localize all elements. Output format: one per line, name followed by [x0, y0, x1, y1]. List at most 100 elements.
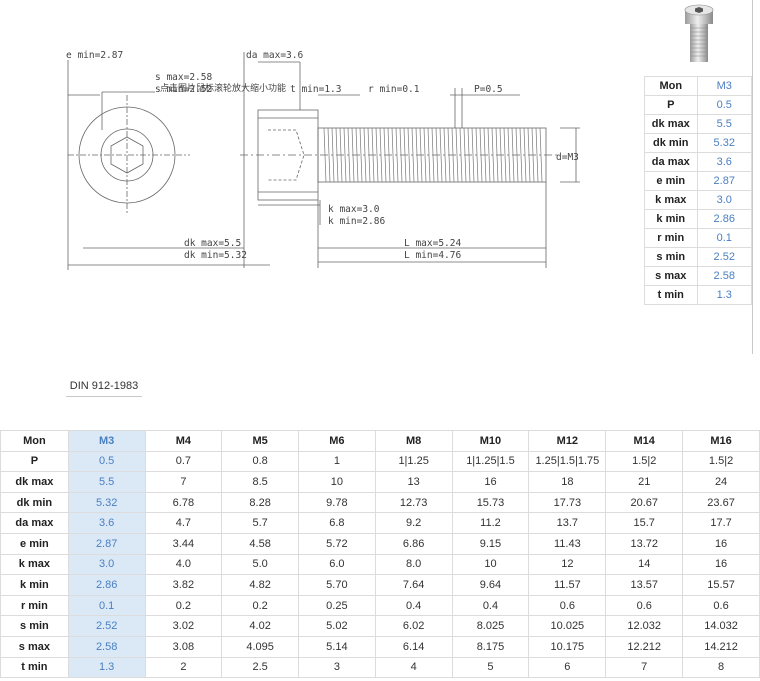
- spec-table-cell: 0.4: [374, 594, 453, 617]
- spec-table-row-label: k min: [0, 574, 69, 596]
- spec-table-cell: 20.67: [605, 491, 684, 514]
- spec-table-cell: 4.095: [221, 635, 300, 658]
- spec-table-cell: 15.7: [605, 512, 684, 534]
- spec-table-cell: 13.7: [528, 512, 607, 534]
- spec-table-cell: 5.14: [298, 635, 376, 658]
- spec-table-row: k max 3.0 4.0 5.0 6.0 8.0 10 12 14 16: [0, 553, 760, 576]
- spec-table-cell: 1: [298, 450, 376, 473]
- side-table-row: e min 2.87: [644, 171, 753, 191]
- spec-table-cell: 5.0: [221, 553, 300, 576]
- spec-table-cell: 2.86: [67, 574, 146, 596]
- standard-label: DIN 912-1983: [66, 376, 142, 397]
- side-table-row: k max 3.0: [644, 190, 753, 210]
- dim-thread: d=M3: [556, 152, 579, 163]
- spec-table-cell: 10: [298, 471, 376, 493]
- spec-table-cell: 3.08: [144, 635, 223, 658]
- spec-table-cell: 0.7: [144, 450, 223, 473]
- spec-table-row-label: Mon: [0, 430, 69, 452]
- spec-table-cell: 5.72: [298, 532, 376, 555]
- dim-dk-min: dk min=5.32: [184, 250, 247, 261]
- spec-table-cell: 10.175: [528, 635, 607, 658]
- spec-table: Mon M3 M4 M5 M6 M8 M10 M12 M14 M16 P 0.5 0.7 0.8 1 1|1.…: [0, 430, 760, 679]
- spec-table-cell: 4: [374, 656, 453, 679]
- spec-table-cell: 9.15: [451, 532, 530, 555]
- side-table-value: 0.5: [696, 95, 753, 115]
- side-table-key: r min: [644, 228, 698, 248]
- dim-L-max: L max=5.24: [404, 238, 461, 249]
- spec-table-cell: 6.86: [374, 532, 453, 555]
- side-table-row: dk min 5.32: [644, 133, 753, 153]
- side-spec-panel: Mon M3 P 0.5 dk max 5.5 dk min 5.32 da max 3.6 e m…: [644, 0, 753, 354]
- spec-table-cell: M6: [298, 430, 376, 452]
- spec-table-cell: 12.212: [605, 635, 684, 658]
- spec-table-cell: 8.175: [451, 635, 530, 658]
- side-table-value: 3.0: [696, 190, 753, 210]
- spec-table-cell: 16: [451, 471, 530, 493]
- spec-table-cell: 2.58: [67, 635, 146, 658]
- dim-r-min: r min=0.1: [368, 84, 420, 95]
- spec-table-cell: 8.28: [221, 491, 300, 514]
- side-table-key: t min: [644, 285, 698, 305]
- spec-table-cell: 4.58: [221, 532, 300, 555]
- side-table-row: s min 2.52: [644, 247, 753, 267]
- spec-table-row-label: dk min: [0, 491, 69, 514]
- spec-table-cell: 9.2: [374, 512, 453, 534]
- side-table-value: 5.32: [696, 133, 753, 153]
- spec-table-cell: 17.7: [682, 512, 760, 534]
- spec-table-cell: 15.73: [451, 491, 530, 514]
- spec-table-cell: 0.2: [221, 594, 300, 617]
- spec-table-cell: 6.78: [144, 491, 223, 514]
- spec-table-row: da max 3.6 4.7 5.7 6.8 9.2 11.2 13.7 15.7 17.7: [0, 512, 760, 534]
- side-table-key: dk max: [644, 114, 698, 134]
- spec-table-cell: 11.2: [451, 512, 530, 534]
- spec-table-cell: 4.02: [221, 615, 300, 637]
- side-table-key: s max: [644, 266, 698, 286]
- spec-table-cell: M10: [451, 430, 530, 452]
- spec-table-cell: 14.212: [682, 635, 760, 658]
- side-table-value: M3: [696, 76, 753, 96]
- dim-pitch: P=0.5: [474, 84, 503, 95]
- spec-table-row: r min 0.1 0.2 0.2 0.25 0.4 0.4 0.6 0.6 0.6: [0, 594, 760, 617]
- spec-table-cell: 0.5: [67, 450, 146, 473]
- dim-L-min: L min=4.76: [404, 250, 461, 261]
- dim-e-min: e min=2.87: [66, 50, 123, 61]
- dim-da-max: da max=3.6: [246, 50, 303, 61]
- spec-table-cell: 8: [682, 656, 760, 679]
- spec-table-cell: 21: [605, 471, 684, 493]
- spec-table-cell: 13.72: [605, 532, 684, 555]
- spec-table-row-label: s max: [0, 635, 69, 658]
- spec-table-row: t min 1.3 2 2.5 3 4 5 6 7 8: [0, 656, 760, 679]
- spec-table-cell: 5.70: [298, 574, 376, 596]
- side-table-row: k min 2.86: [644, 209, 753, 229]
- spec-table-row-label: e min: [0, 532, 69, 555]
- spec-table-cell: 0.6: [682, 594, 760, 617]
- spec-table-cell: 7: [605, 656, 684, 679]
- side-table-value: 2.86: [696, 209, 753, 229]
- spec-table-cell: 13: [374, 471, 453, 493]
- side-table-row: t min 1.3: [644, 285, 753, 305]
- spec-table-cell: 23.67: [682, 491, 760, 514]
- spec-table-row: k min 2.86 3.82 4.82 5.70 7.64 9.64 11.57 13.57 1…: [0, 574, 760, 596]
- dim-dk-max: dk max=5.5: [184, 238, 241, 249]
- spec-table-cell: 0.1: [67, 594, 146, 617]
- spec-table-row-label: da max: [0, 512, 69, 534]
- spec-table-cell: M3: [67, 430, 146, 452]
- socket-cap-screw-icon: [684, 4, 714, 62]
- spec-table-cell: 0.4: [451, 594, 530, 617]
- spec-table-cell: 7.64: [374, 574, 453, 596]
- spec-table-cell: 12.032: [605, 615, 684, 637]
- spec-table-cell: 4.7: [144, 512, 223, 534]
- spec-table-cell: 0.8: [221, 450, 300, 473]
- spec-table-cell: 2.87: [67, 532, 146, 555]
- spec-table-cell: 0.6: [528, 594, 607, 617]
- spec-table-cell: 4.82: [221, 574, 300, 596]
- spec-table-cell: 1.5|2: [605, 450, 684, 473]
- spec-table-cell: M16: [682, 430, 760, 452]
- side-table-key: dk min: [644, 133, 698, 153]
- side-table-value: 3.6: [696, 152, 753, 172]
- spec-table-cell: 13.57: [605, 574, 684, 596]
- spec-table-row-label: r min: [0, 594, 69, 617]
- spec-table-cell: 9.64: [451, 574, 530, 596]
- side-table-key: Mon: [644, 76, 698, 96]
- side-table-row: s max 2.58: [644, 266, 753, 286]
